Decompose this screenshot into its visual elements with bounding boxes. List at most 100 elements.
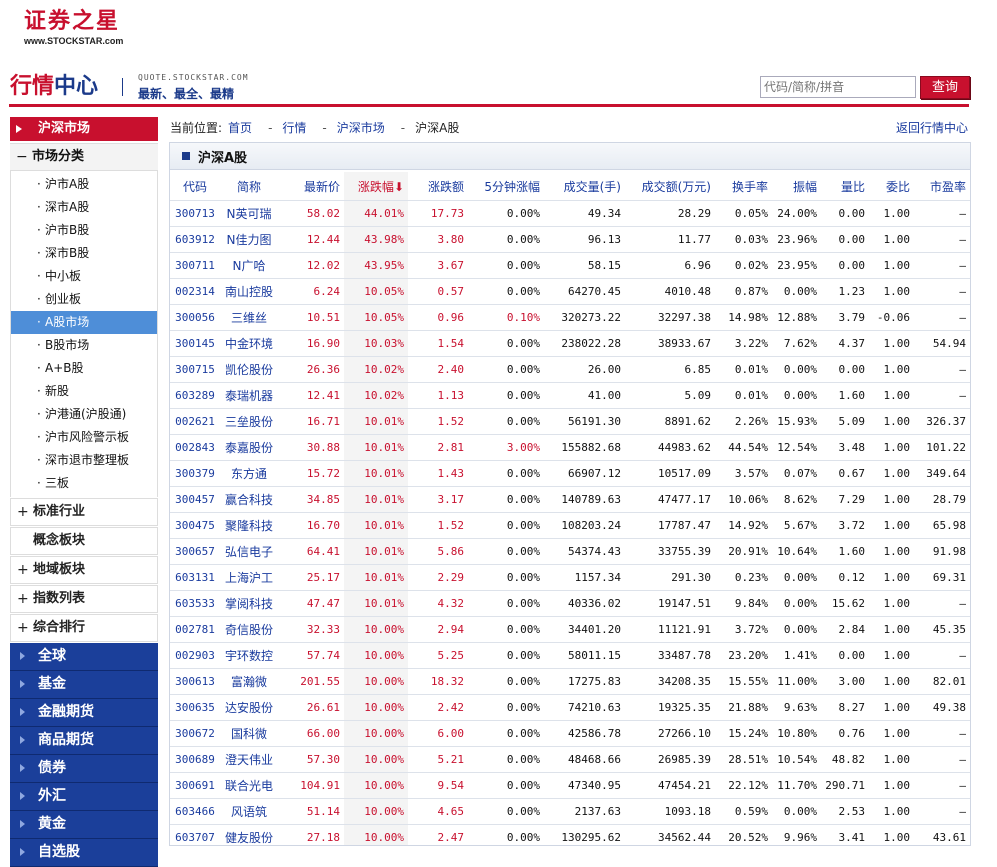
table-row[interactable]: 300672 国科微 66.00 10.00% 6.00 0.00% 42586.78 272…: [170, 720, 970, 747]
table-row[interactable]: 300613 富瀚微 201.55 10.00% 18.32 0.00% 17275.83 3…: [170, 668, 970, 695]
table-row[interactable]: 300691 联合光电 104.91 10.00% 9.54 0.00% 47340.95 4…: [170, 772, 970, 799]
stockstar-logo[interactable]: 证券之星 www.STOCKSTAR.com: [24, 8, 144, 50]
sidebar-category[interactable]: + 地域板块: [10, 556, 158, 584]
stock-name-link[interactable]: N广哈: [220, 252, 278, 279]
sidebar-subitem[interactable]: · 创业板: [11, 288, 157, 311]
stock-name-link[interactable]: 澄天伟业: [220, 746, 278, 773]
table-row[interactable]: 300657 弘信电子 64.41 10.01% 5.86 0.00% 54374.43 33…: [170, 538, 970, 565]
sidebar-subitem[interactable]: · 沪港通(沪股通): [11, 403, 157, 426]
table-row[interactable]: 300689 澄天伟业 57.30 10.00% 5.21 0.00% 48468.66 26…: [170, 746, 970, 773]
sidebar-market-link[interactable]: 自选股: [10, 839, 158, 867]
table-row[interactable]: 603289 泰瑞机器 12.41 10.02% 1.13 0.00% 41.00 5.09 0…: [170, 382, 970, 409]
stock-code-link[interactable]: 300691: [170, 772, 220, 799]
stock-name-link[interactable]: 风语筑: [220, 798, 278, 825]
stock-code-link[interactable]: 603912: [170, 226, 220, 253]
sidebar-subitem[interactable]: · 沪市A股: [11, 173, 157, 196]
stock-code-link[interactable]: 300056: [170, 304, 220, 331]
stock-name-link[interactable]: 中金环境: [220, 330, 278, 357]
stock-name-link[interactable]: 富瀚微: [220, 668, 278, 695]
stock-code-link[interactable]: 300711: [170, 252, 220, 279]
stock-code-link[interactable]: 300145: [170, 330, 220, 357]
stock-code-link[interactable]: 002621: [170, 408, 220, 435]
table-row[interactable]: 300457 赢合科技 34.85 10.01% 3.17 0.00% 140789.63 4…: [170, 486, 970, 513]
table-row[interactable]: 002903 宇环数控 57.74 10.00% 5.25 0.00% 58011.15 33…: [170, 642, 970, 669]
column-header[interactable]: 成交额(万元): [625, 172, 715, 201]
table-row[interactable]: 300711 N广哈 12.02 43.95% 3.67 0.00% 58.15 6.96 0.…: [170, 252, 970, 279]
table-row[interactable]: 603912 N佳力图 12.44 43.98% 3.80 0.00% 96.13 11.77…: [170, 226, 970, 253]
sidebar-subitem[interactable]: · A+B股: [11, 357, 157, 380]
column-header[interactable]: 最新价: [278, 172, 344, 201]
table-row[interactable]: 300145 中金环境 16.90 10.03% 1.54 0.00% 238022.28 3…: [170, 330, 970, 357]
category-market-classification[interactable]: − 市场分类: [10, 143, 158, 171]
table-row[interactable]: 300715 凯伦股份 26.36 10.02% 2.40 0.00% 26.00 6.85 0…: [170, 356, 970, 383]
stock-name-link[interactable]: 奇信股份: [220, 616, 278, 643]
table-row[interactable]: 002314 南山控股 6.24 10.05% 0.57 0.00% 64270.45 401…: [170, 278, 970, 305]
sidebar-market-link[interactable]: 基金: [10, 671, 158, 699]
stock-name-link[interactable]: 泰瑞机器: [220, 382, 278, 409]
stock-name-link[interactable]: 凯伦股份: [220, 356, 278, 383]
sidebar-market-link[interactable]: 商品期货: [10, 727, 158, 755]
stock-code-link[interactable]: 603466: [170, 798, 220, 825]
stock-name-link[interactable]: 联合光电: [220, 772, 278, 799]
stock-name-link[interactable]: 南山控股: [220, 278, 278, 305]
search-input[interactable]: [760, 76, 916, 98]
stock-name-link[interactable]: 上海沪工: [220, 564, 278, 591]
stock-name-link[interactable]: 达安股份: [220, 694, 278, 721]
stock-name-link[interactable]: 三垒股份: [220, 408, 278, 435]
stock-code-link[interactable]: 300689: [170, 746, 220, 773]
column-header[interactable]: 5分钟涨幅: [468, 172, 544, 201]
stock-name-link[interactable]: 东方通: [220, 460, 278, 487]
stock-code-link[interactable]: 002314: [170, 278, 220, 305]
table-row[interactable]: 300056 三维丝 10.51 10.05% 0.96 0.10% 320273.22 32…: [170, 304, 970, 331]
sidebar-subitem[interactable]: · A股市场: [11, 311, 157, 334]
column-header[interactable]: 成交量(手): [544, 172, 625, 201]
column-header[interactable]: 振幅: [772, 172, 821, 201]
sidebar-subitem[interactable]: · 沪市风险警示板: [11, 426, 157, 449]
sidebar-category[interactable]: 概念板块: [10, 527, 158, 555]
stock-code-link[interactable]: 002781: [170, 616, 220, 643]
stock-code-link[interactable]: 603289: [170, 382, 220, 409]
table-row[interactable]: 002621 三垒股份 16.71 10.01% 1.52 0.00% 56191.30 88…: [170, 408, 970, 435]
stock-code-link[interactable]: 300715: [170, 356, 220, 383]
stock-name-link[interactable]: 掌阅科技: [220, 590, 278, 617]
table-row[interactable]: 300475 聚隆科技 16.70 10.01% 1.52 0.00% 108203.24 1…: [170, 512, 970, 539]
stock-name-link[interactable]: N英可瑞: [220, 200, 278, 227]
breadcrumb-market[interactable]: 沪深市场: [337, 121, 385, 135]
stock-code-link[interactable]: 002843: [170, 434, 220, 461]
breadcrumb-home[interactable]: 首页: [228, 121, 252, 135]
column-header[interactable]: 委比: [869, 172, 914, 201]
table-row[interactable]: 002843 泰嘉股份 30.88 10.01% 2.81 3.00% 155882.68 4…: [170, 434, 970, 461]
table-row[interactable]: 603533 掌阅科技 47.47 10.01% 4.32 0.00% 40336.02 19…: [170, 590, 970, 617]
search-button[interactable]: 查询: [920, 76, 970, 99]
sidebar-subitem[interactable]: · 中小板: [11, 265, 157, 288]
column-header[interactable]: 量比: [821, 172, 869, 201]
sidebar-market-link[interactable]: 金融期货: [10, 699, 158, 727]
stock-name-link[interactable]: N佳力图: [220, 226, 278, 253]
stock-code-link[interactable]: 300657: [170, 538, 220, 565]
stock-name-link[interactable]: 赢合科技: [220, 486, 278, 513]
table-row[interactable]: 300635 达安股份 26.61 10.00% 2.42 0.00% 74210.63 19…: [170, 694, 970, 721]
sidebar-subitem[interactable]: · 深市退市整理板: [11, 449, 157, 472]
stock-name-link[interactable]: 国科微: [220, 720, 278, 747]
stock-name-link[interactable]: 宇环数控: [220, 642, 278, 669]
sidebar-category[interactable]: + 综合排行: [10, 614, 158, 642]
table-row[interactable]: 300713 N英可瑞 58.02 44.01% 17.73 0.00% 49.34 28.2…: [170, 200, 970, 227]
stock-name-link[interactable]: 弘信电子: [220, 538, 278, 565]
table-row[interactable]: 002781 奇信股份 32.33 10.00% 2.94 0.00% 34401.20 11…: [170, 616, 970, 643]
stock-code-link[interactable]: 300475: [170, 512, 220, 539]
column-header[interactable]: 涨跌幅⬇: [344, 172, 408, 201]
column-header[interactable]: 简称: [220, 172, 278, 201]
table-row[interactable]: 300379 东方通 15.72 10.01% 1.43 0.00% 66907.12 105…: [170, 460, 970, 487]
back-to-quote-center-link[interactable]: 返回行情中心: [896, 119, 968, 136]
stock-code-link[interactable]: 603533: [170, 590, 220, 617]
sidebar-subitem[interactable]: · 深市B股: [11, 242, 157, 265]
sidebar-subitem[interactable]: · 沪市B股: [11, 219, 157, 242]
breadcrumb-quotes[interactable]: 行情: [282, 121, 306, 135]
stock-name-link[interactable]: 聚隆科技: [220, 512, 278, 539]
sidebar-category[interactable]: + 标准行业: [10, 498, 158, 526]
column-header[interactable]: 涨跌额: [408, 172, 468, 201]
sidebar-market-link[interactable]: 黄金: [10, 811, 158, 839]
stock-code-link[interactable]: 300635: [170, 694, 220, 721]
stock-code-link[interactable]: 603131: [170, 564, 220, 591]
sidebar-category[interactable]: + 指数列表: [10, 585, 158, 613]
